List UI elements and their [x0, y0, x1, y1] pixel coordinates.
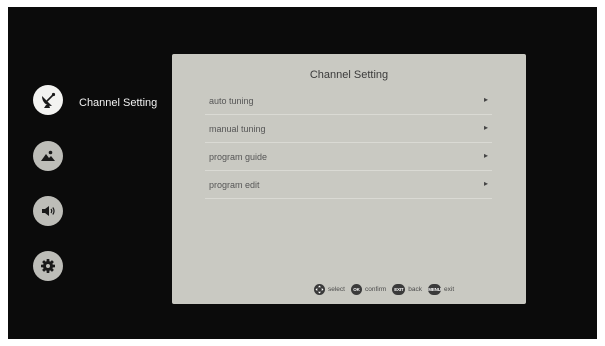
menu-item-program-guide[interactable]: program guide ▸ [205, 148, 492, 171]
hint-label: back [408, 285, 423, 293]
hint-label: confirm [364, 285, 387, 293]
menu-item-label: manual tuning [209, 124, 266, 134]
picture-icon [41, 150, 55, 161]
hint-label: exit [444, 285, 455, 293]
menu-item-manual-tuning[interactable]: manual tuning ▸ [205, 120, 492, 143]
sidebar-item-settings[interactable] [33, 251, 63, 281]
remote-key-hints: select OK confirm EXIT back MENU exit [314, 282, 454, 296]
tv-screen: Channel Setting Channel Setting auto tun… [8, 7, 597, 339]
satellite-dish-icon [42, 92, 56, 108]
hint-label: select [328, 285, 345, 293]
speaker-icon [42, 206, 55, 216]
hint-exit: MENU exit [428, 283, 455, 295]
hint-back: EXIT back [392, 283, 423, 295]
menu-item-label: program edit [209, 180, 260, 190]
chevron-right-icon: ▸ [483, 95, 488, 104]
menu-key-icon: MENU [428, 283, 442, 295]
menu-item-label: program guide [209, 152, 268, 162]
sidebar-item-label: Channel Setting [79, 97, 158, 109]
sidebar-item-sound[interactable] [33, 196, 63, 226]
menu-item-program-edit[interactable]: program edit ▸ [205, 176, 492, 199]
menu-item-auto-tuning[interactable]: auto tuning ▸ [205, 92, 492, 115]
dpad-icon [314, 283, 325, 295]
gear-icon [41, 259, 55, 273]
chevron-right-icon: ▸ [483, 151, 488, 160]
sidebar-item-channel-setting[interactable] [33, 85, 63, 115]
panel-title: Channel Setting [309, 69, 389, 81]
sidebar-item-picture[interactable] [33, 141, 63, 171]
hint-confirm: OK confirm [350, 283, 387, 295]
chevron-right-icon: ▸ [483, 179, 488, 188]
channel-setting-panel: Channel Setting auto tuning ▸ manual tun… [172, 54, 526, 304]
exit-key-icon: EXIT [392, 283, 406, 295]
menu-item-label: auto tuning [209, 96, 254, 106]
hint-select: select [314, 283, 345, 295]
chevron-right-icon: ▸ [483, 123, 488, 132]
ok-key-icon: OK [350, 283, 362, 295]
